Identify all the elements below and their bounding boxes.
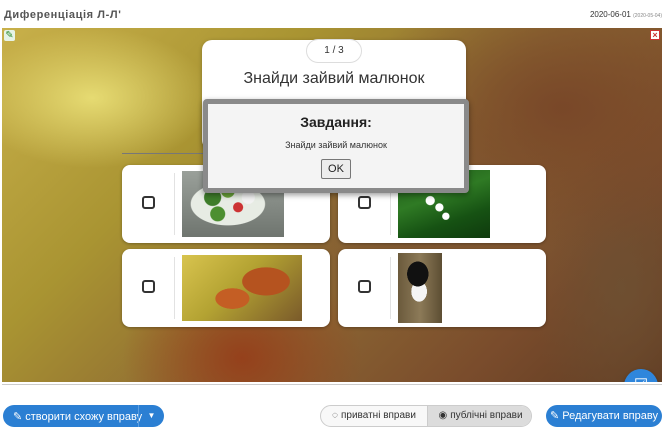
ok-button[interactable]: OK xyxy=(321,159,351,179)
create-similar-button[interactable]: ✎ створити схожу вправу ▼ xyxy=(3,405,164,427)
check-answer-button[interactable]: ☑ xyxy=(624,369,658,382)
page: Диференціація Л-Л' 2020-06-01 (2020-05-0… xyxy=(0,0,664,441)
task-title: Знайди зайвий малюнок xyxy=(243,70,425,87)
divider xyxy=(390,257,391,319)
option-checkbox[interactable] xyxy=(142,280,155,293)
date-label: 2020-06-01 (2020-05-04) xyxy=(590,10,662,19)
squirrel-image xyxy=(182,255,302,321)
private-exercises-tab[interactable]: ◌ приватні вправи xyxy=(321,406,427,426)
date-small: (2020-05-04) xyxy=(633,13,662,19)
create-similar-label-wrap: ✎ створити схожу вправу xyxy=(13,410,142,423)
woodpecker-image xyxy=(398,253,442,323)
dialog-heading: Завдання: xyxy=(300,114,372,130)
divider xyxy=(174,257,175,319)
divider xyxy=(122,153,204,154)
option-card-3[interactable] xyxy=(122,249,330,327)
task-dialog: Завдання: Знайди зайвий малюнок OK xyxy=(203,99,469,193)
divider xyxy=(174,173,175,235)
top-bar: Диференціація Л-Л' 2020-06-01 (2020-05-0… xyxy=(0,0,664,28)
eye-slash-icon: ◌ xyxy=(332,410,338,421)
edit-exercise-button[interactable]: ✎ Редагувати вправу xyxy=(546,405,662,427)
chevron-down-icon[interactable]: ▼ xyxy=(138,405,164,427)
visibility-toggle: ◌ приватні вправи ◉ публічні вправи xyxy=(320,405,532,427)
date-value: 2020-06-01 xyxy=(589,10,631,19)
public-exercises-tab[interactable]: ◉ публічні вправи xyxy=(427,406,531,426)
eye-icon: ◉ xyxy=(438,410,448,421)
option-checkbox[interactable] xyxy=(358,280,371,293)
private-exercises-label: приватні вправи xyxy=(340,410,416,421)
checkbox-check-icon: ☑ xyxy=(634,377,648,382)
option-card-4[interactable] xyxy=(338,249,546,327)
edit-icon: ✎ xyxy=(13,411,23,423)
dialog-message: Знайди зайвий малюнок xyxy=(285,140,387,150)
exercise-stage: ✎ × 1 / 3 Знайди зайвий малюнок Завдання… xyxy=(2,28,662,382)
divider xyxy=(2,384,662,385)
option-checkbox[interactable] xyxy=(142,196,155,209)
create-similar-label: створити схожу вправу xyxy=(25,411,143,423)
public-exercises-label: публічні вправи xyxy=(450,410,523,421)
question-counter: 1 / 3 xyxy=(306,39,362,63)
page-title: Диференціація Л-Л' xyxy=(4,9,122,21)
option-checkbox[interactable] xyxy=(358,196,371,209)
pencil-icon: ✎ xyxy=(550,410,560,422)
edit-pencil-icon[interactable]: ✎ xyxy=(4,30,15,41)
edit-exercise-label: Редагувати вправу xyxy=(562,410,658,422)
close-icon[interactable]: × xyxy=(650,30,660,40)
